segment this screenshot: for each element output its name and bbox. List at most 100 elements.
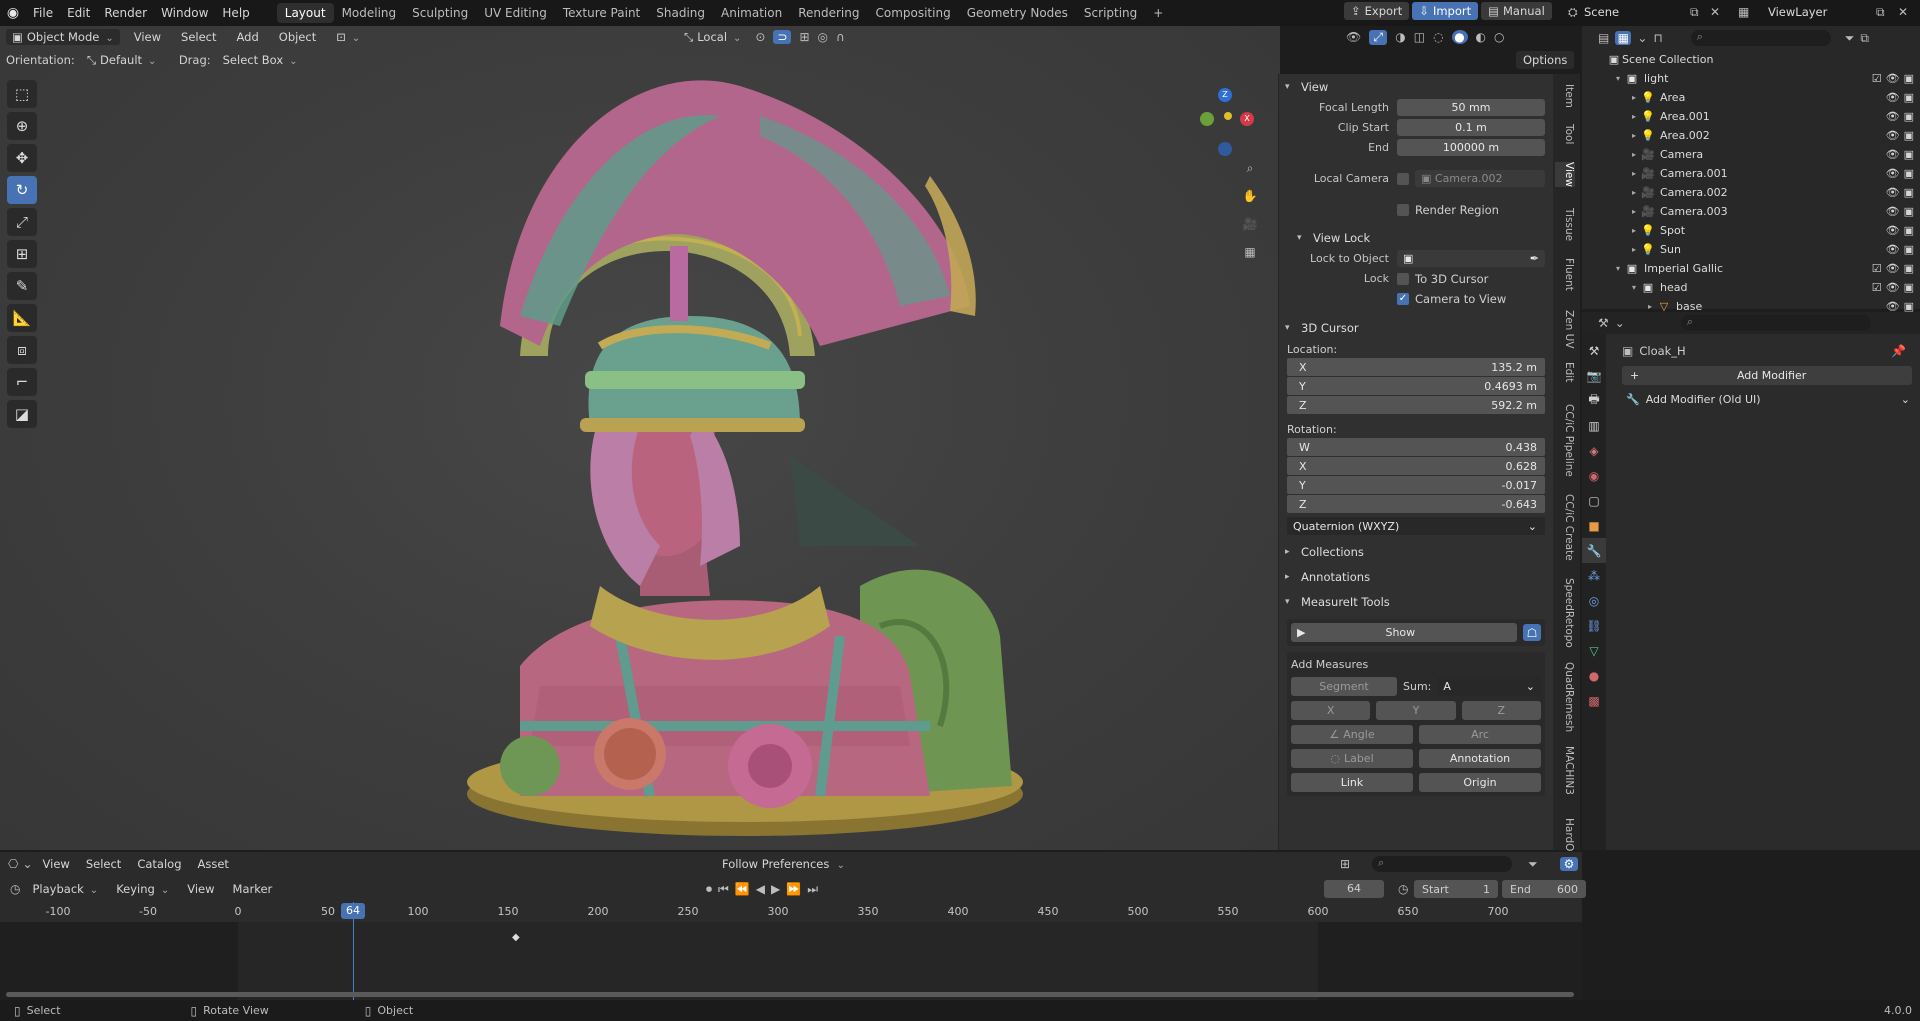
properties-search-input[interactable]: ⌕ — [1680, 315, 1871, 331]
chevron-right-icon[interactable]: ▸ — [1628, 112, 1640, 121]
menu-window[interactable]: Window — [154, 6, 215, 20]
origin-button[interactable]: Origin — [1419, 773, 1541, 792]
tab-hardops[interactable]: HardO — [1555, 818, 1575, 851]
chevron-right-icon[interactable]: ▸ — [1628, 131, 1640, 140]
outliner-item[interactable]: ▸ 🎥 Camera.001 👁 ▣ — [1582, 164, 1920, 183]
tab-tissue[interactable]: Tissue — [1555, 208, 1575, 241]
solid-shading-icon[interactable]: ● — [1451, 30, 1468, 44]
current-frame-field[interactable]: 64 — [1324, 880, 1384, 898]
chevron-right-icon[interactable]: ▸ — [1628, 169, 1640, 178]
mirror-dropdown[interactable]: ⊡ — [330, 29, 366, 45]
chevron-down-icon[interactable]: ⌄ — [1615, 316, 1625, 330]
file-browser-icon[interactable]: ⎔ — [8, 857, 18, 871]
rendered-shading-icon[interactable]: ○ — [1494, 30, 1504, 44]
link-button[interactable]: Link — [1291, 773, 1413, 792]
render-icon[interactable]: ▣ — [1904, 243, 1914, 256]
outliner-item[interactable]: ▾ ▣ light ☑ 👁 ▣ — [1582, 69, 1920, 88]
object-mode-dropdown[interactable]: ▣ Object Mode — [6, 29, 120, 45]
keyframe-diamond-icon[interactable]: ◆ — [512, 932, 520, 943]
exclude-checkbox-icon[interactable]: ☑ — [1872, 281, 1882, 294]
wireframe-shading-icon[interactable]: ◌ — [1433, 30, 1443, 44]
blender-logo-icon[interactable]: ◉ — [0, 5, 26, 21]
delete-scene-icon[interactable]: ✕ — [1710, 5, 1720, 19]
menu-edit[interactable]: Edit — [60, 6, 97, 20]
shrink-tool[interactable]: ◪ — [7, 400, 37, 428]
3d-viewport[interactable]: Z X ⌕ ✋ 🎥 ▦ — [0, 26, 1280, 850]
bend-tool[interactable]: ⌐ — [7, 368, 37, 396]
segment-button[interactable]: Segment — [1291, 677, 1397, 696]
pivot-icon[interactable]: ⊙ — [755, 30, 765, 44]
display-mode-icon[interactable]: ▦ — [1615, 31, 1632, 45]
asset-search-input[interactable]: ⌕ — [1372, 856, 1512, 872]
measureit-show-button[interactable]: ▶ Show — [1291, 623, 1517, 642]
eye-icon[interactable]: 👁 — [1886, 167, 1900, 180]
add-cube-tool[interactable]: ⧈ — [7, 336, 37, 364]
scene-icon[interactable]: ⛭ — [1568, 5, 1578, 20]
cursor-location-y[interactable]: Y 0.4693 m — [1287, 377, 1545, 395]
add-modifier-old-ui[interactable]: 🔧 Add Modifier (Old UI) ⌄ — [1622, 389, 1920, 409]
measureit-section-header[interactable]: ▾ MeasureIt Tools — [1279, 591, 1553, 613]
xray-icon[interactable]: ◫ — [1414, 30, 1425, 44]
stopwatch-icon[interactable]: ◷ — [1398, 882, 1408, 896]
viewlayer-name[interactable]: ViewLayer — [1768, 5, 1827, 19]
render-icon[interactable]: ▣ — [1904, 186, 1914, 199]
filter-sort-icon[interactable]: ⊓ — [1653, 31, 1662, 45]
material-props-icon[interactable]: ● — [1582, 663, 1606, 688]
playback-dropdown[interactable]: Playback — [26, 881, 104, 897]
settings-gear-icon[interactable]: ⚙ — [1560, 857, 1578, 871]
eye-icon[interactable]: 👁 — [1886, 243, 1900, 256]
delete-viewlayer-icon[interactable]: ✕ — [1898, 5, 1908, 19]
exclude-checkbox-icon[interactable]: ☑ — [1872, 262, 1882, 275]
eye-icon[interactable]: 👁 — [1886, 186, 1900, 199]
jump-end-icon[interactable]: ⏭ — [807, 882, 818, 897]
new-scene-icon[interactable]: ⧉ — [1690, 5, 1699, 20]
jump-start-icon[interactable]: ⏮ — [718, 882, 729, 897]
tab-animation[interactable]: Animation — [713, 3, 790, 23]
outliner-search-input[interactable]: ⌕ — [1690, 30, 1831, 46]
tab-fluent[interactable]: Fluent — [1555, 258, 1575, 291]
material-shading-icon[interactable]: ◐ — [1476, 30, 1486, 44]
next-keyframe-icon[interactable]: ⏩ — [786, 882, 801, 897]
gizmo-icon[interactable]: ⤢ — [1369, 29, 1388, 45]
render-icon[interactable]: ▣ — [1904, 129, 1914, 142]
chevron-right-icon[interactable]: ▸ — [1628, 188, 1640, 197]
tab-geometry-nodes[interactable]: Geometry Nodes — [959, 3, 1076, 23]
zoom-icon[interactable]: ⌕ — [1240, 158, 1260, 178]
eye-icon[interactable]: 👁 — [1886, 148, 1900, 161]
arc-button[interactable]: Arc — [1419, 725, 1541, 744]
properties-editor-icon[interactable]: ⚒ — [1598, 316, 1609, 330]
sum-dropdown[interactable]: A ⌄ — [1437, 677, 1541, 696]
tab-uv-editing[interactable]: UV Editing — [476, 3, 555, 23]
viewport-menu-add[interactable]: Add — [231, 29, 265, 45]
world-props-icon[interactable]: ◉ — [1582, 463, 1606, 488]
viewport-menu-object[interactable]: Object — [273, 29, 322, 45]
local-camera-checkbox[interactable] — [1397, 172, 1409, 185]
camera-view-icon[interactable]: 🎥 — [1240, 214, 1260, 234]
outliner-item[interactable]: ▾ ▣ head ☑ 👁 ▣ — [1582, 278, 1920, 297]
render-icon[interactable]: ▣ — [1904, 110, 1914, 123]
cursor-rotation-z[interactable]: Z -0.643 — [1287, 495, 1545, 513]
eye-icon[interactable]: 👁 — [1886, 129, 1900, 142]
cursor-tool[interactable]: ⊕ — [7, 112, 37, 140]
chevron-right-icon[interactable]: ▸ — [1628, 226, 1640, 235]
render-icon[interactable]: ▣ — [1904, 72, 1914, 85]
tab-rendering[interactable]: Rendering — [790, 3, 867, 23]
outliner-item[interactable]: ▸ 🎥 Camera.002 👁 ▣ — [1582, 183, 1920, 202]
ghost-icon[interactable]: ☖ — [1523, 624, 1541, 641]
tab-machin3[interactable]: MACHIN3 — [1555, 746, 1575, 795]
tab-modeling[interactable]: Modeling — [334, 3, 405, 23]
modifier-props-icon[interactable]: 🔧 — [1582, 538, 1606, 563]
add-workspace-button[interactable]: + — [1145, 3, 1171, 23]
cursor-rotation-x[interactable]: X 0.628 — [1287, 457, 1545, 475]
rotation-mode-dropdown[interactable]: Quaternion (WXYZ) ⌄ — [1287, 517, 1545, 535]
eye-icon[interactable]: 👁 — [1886, 224, 1900, 237]
angle-button[interactable]: ∠ Angle — [1291, 725, 1413, 744]
navigation-gizmo[interactable]: Z X — [1188, 84, 1258, 156]
pan-hand-icon[interactable]: ✋ — [1240, 186, 1260, 206]
outliner-item[interactable]: ▾ ▣ Imperial Gallic ☑ 👁 ▣ — [1582, 259, 1920, 278]
outliner-item[interactable]: ▸ 💡 Area.001 👁 ▣ — [1582, 107, 1920, 126]
tab-compositing[interactable]: Compositing — [867, 3, 958, 23]
chevron-right-icon[interactable]: ▸ — [1628, 245, 1640, 254]
pin-icon[interactable]: 📌 — [1891, 344, 1906, 358]
asset-menu-select[interactable]: Select — [80, 856, 127, 872]
